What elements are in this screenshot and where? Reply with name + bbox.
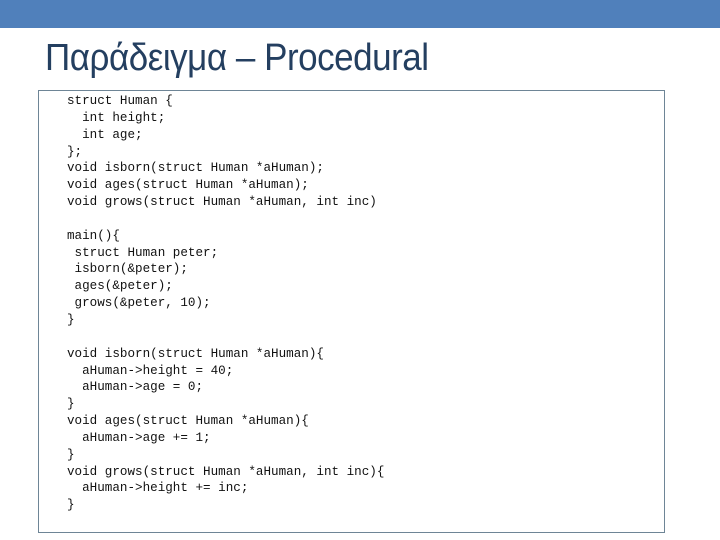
code-box: struct Human { int height; int age;}; voi… bbox=[38, 90, 665, 533]
code-line: } bbox=[67, 397, 75, 412]
code-line: aHuman->height += inc; bbox=[67, 481, 249, 496]
code-line: void grows(struct Human *aHuman, int inc… bbox=[67, 464, 385, 479]
code-line: }; bbox=[67, 144, 83, 159]
header-band bbox=[0, 0, 720, 28]
code-line: int height; bbox=[67, 110, 166, 125]
code-line: } bbox=[67, 447, 75, 462]
code-line: void isborn(struct Human *aHuman); bbox=[67, 161, 324, 176]
code-line: void ages(struct Human *aHuman); bbox=[67, 178, 309, 193]
code-line: ages(&peter); bbox=[67, 279, 173, 294]
code-line: struct Human peter; bbox=[67, 245, 219, 260]
code-line: struct Human { bbox=[67, 94, 173, 108]
code-line: aHuman->age = 0; bbox=[67, 380, 204, 395]
code-line: void grows(struct Human *aHuman, int inc… bbox=[67, 195, 377, 210]
code-line: aHuman->age += 1; bbox=[67, 430, 211, 445]
code-line: void ages(struct Human *aHuman){ bbox=[67, 414, 309, 429]
slide-title: Παράδειγμα – Procedural bbox=[45, 37, 429, 79]
code-line: grows(&peter, 10); bbox=[67, 296, 211, 311]
code-line: void isborn(struct Human *aHuman){ bbox=[67, 346, 324, 361]
code-line: aHuman->height = 40; bbox=[67, 363, 234, 378]
code-block: struct Human { int height; int age;}; voi… bbox=[67, 93, 384, 514]
code-line: } bbox=[67, 312, 75, 327]
code-line: main(){ bbox=[67, 228, 120, 243]
code-line: int age; bbox=[67, 127, 143, 142]
code-line: isborn(&peter); bbox=[67, 262, 188, 277]
code-line: } bbox=[67, 498, 75, 513]
